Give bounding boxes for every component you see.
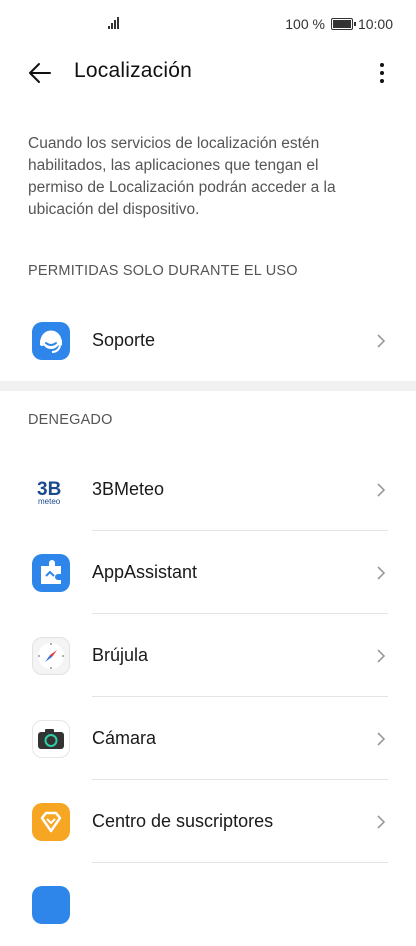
chevron-right-icon: [377, 815, 386, 829]
divider: [92, 696, 388, 697]
section-header-allowed: PERMITIDAS SOLO DURANTE EL USO: [28, 263, 298, 279]
subscriber-center-icon: [32, 803, 70, 841]
app-bar: Localización: [0, 48, 416, 96]
back-button[interactable]: [26, 59, 54, 87]
app-label: Centro de suscriptores: [92, 811, 274, 831]
app-row-camara[interactable]: Cámara: [0, 698, 416, 780]
app-icon: [32, 886, 70, 924]
app-label: AppAssistant: [92, 562, 198, 582]
status-indicators: 100 % 10:00: [285, 16, 393, 32]
chevron-right-icon: [377, 483, 386, 497]
app-label: 3BMeteo: [92, 479, 165, 499]
back-arrow-icon: [29, 63, 51, 83]
section-separator: [0, 381, 416, 391]
battery-icon: [330, 18, 356, 30]
support-headset-icon: [32, 322, 70, 360]
puzzle-icon: [32, 554, 70, 592]
chevron-right-icon: [377, 566, 386, 580]
svg-text:meteo: meteo: [38, 497, 61, 506]
section-header-denied: DENEGADO: [28, 412, 113, 428]
app-row-partial[interactable]: [0, 864, 416, 946]
app-row-soporte[interactable]: Soporte: [0, 300, 416, 382]
divider: [92, 613, 388, 614]
divider: [92, 779, 388, 780]
divider: [92, 862, 388, 863]
3bmeteo-logo-icon: 3B meteo: [32, 471, 70, 509]
signal-icon: [108, 17, 122, 29]
app-label: Cámara: [92, 728, 157, 748]
app-row-appassistant[interactable]: AppAssistant: [0, 532, 416, 614]
chevron-right-icon: [377, 334, 386, 348]
chevron-right-icon: [377, 732, 386, 746]
location-description: Cuando los servicios de localización est…: [28, 135, 336, 218]
page-title: Localización: [74, 59, 192, 82]
divider: [92, 530, 388, 531]
clock: 10:00: [357, 16, 393, 32]
app-row-brujula[interactable]: Brújula: [0, 615, 416, 697]
more-options-button[interactable]: [374, 59, 390, 87]
status-bar: 100 % 10:00: [0, 0, 416, 48]
app-row-3bmeteo[interactable]: 3B meteo 3BMeteo: [0, 449, 416, 531]
camera-icon: [32, 720, 70, 758]
battery-percent: 100 %: [285, 16, 325, 32]
compass-icon: [32, 637, 70, 675]
chevron-right-icon: [377, 649, 386, 663]
app-row-centro-suscriptores[interactable]: Centro de suscriptores: [0, 781, 416, 863]
app-label: Soporte: [92, 330, 156, 350]
app-label: Brújula: [92, 645, 149, 665]
